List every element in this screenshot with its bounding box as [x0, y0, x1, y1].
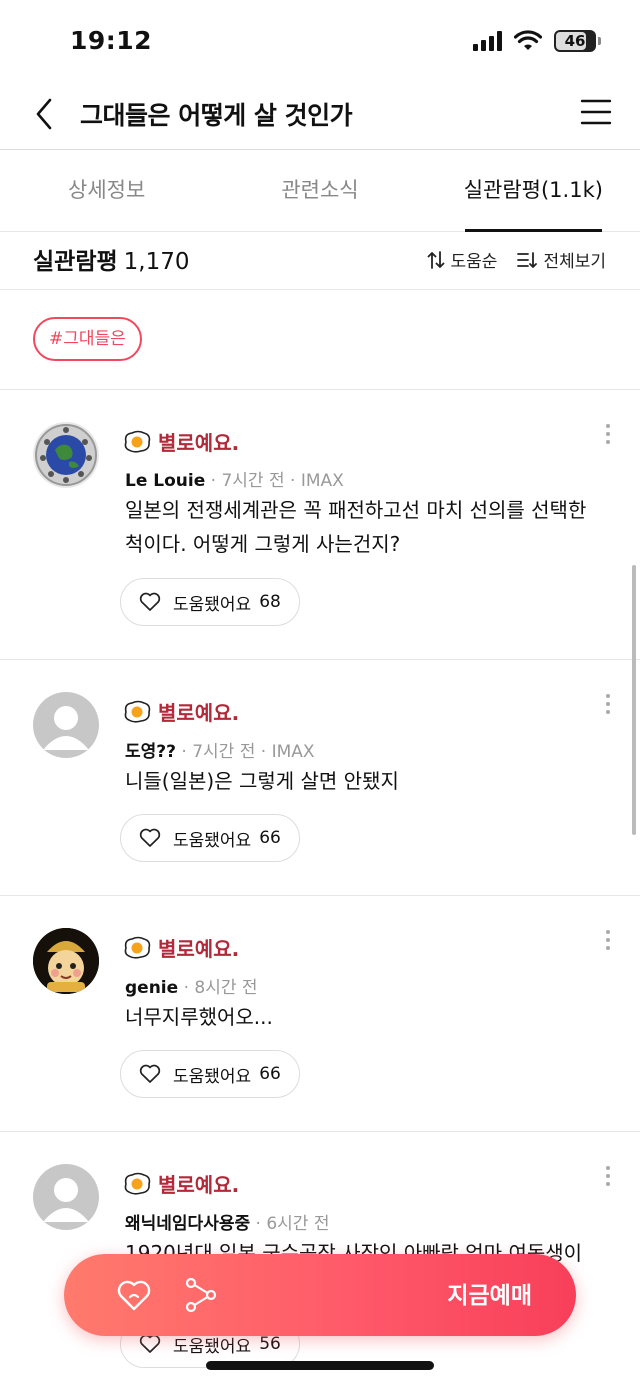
fried-egg-icon — [124, 936, 151, 959]
helpful-button[interactable]: 도움됐어요 68 — [120, 578, 300, 626]
avatar[interactable] — [33, 928, 99, 994]
review-time: · 7시간 전 · IMAX — [176, 742, 315, 762]
share-icon[interactable] — [184, 1276, 218, 1314]
heart-outline-icon — [139, 1064, 161, 1083]
hashtag-chip[interactable]: #그대들은 — [33, 317, 142, 361]
sort-helpful-button[interactable]: 도움순 — [427, 247, 498, 272]
review-username[interactable]: Le Louie — [125, 471, 205, 491]
sort-helpful-label: 도움순 — [450, 252, 498, 272]
rating-label: 별로예요. — [158, 701, 240, 725]
sort-arrows-icon — [427, 250, 444, 269]
helpful-count: 56 — [259, 1334, 281, 1354]
default-profile-icon — [43, 1178, 89, 1222]
more-options-icon[interactable] — [606, 694, 612, 714]
review-time: · 8시간 전 — [178, 978, 258, 998]
status-bar: 19:12 46 — [0, 0, 640, 86]
rating-label: 별로예요. — [158, 431, 240, 455]
tab-reviews[interactable]: 실관람평(1.1k) — [427, 150, 640, 232]
book-now-button[interactable]: 지금예매 — [447, 1276, 532, 1310]
default-profile-icon — [43, 706, 89, 750]
review-item: 별로예요. 도영?? · 7시간 전 · IMAX 니들(일본)은 그렇게 살면… — [0, 660, 640, 896]
helpful-button[interactable]: 도움됐어요 66 — [120, 814, 300, 862]
helpful-button[interactable]: 도움됐어요 66 — [120, 1050, 300, 1098]
heart-outline-icon — [139, 828, 161, 847]
more-options-icon[interactable] — [606, 1166, 612, 1186]
genie-avatar-icon — [33, 928, 99, 994]
review-section-title: 실관람평 1,170 — [33, 242, 190, 276]
review-meta: Le Louie · 7시간 전 · IMAX — [125, 466, 344, 491]
review-rating: 별로예요. — [122, 933, 239, 962]
avatar[interactable] — [33, 422, 99, 488]
helpful-count: 68 — [259, 592, 281, 612]
review-item: 별로예요. genie · 8시간 전 너무지루했어오... 도움됐어요 66 — [0, 896, 640, 1132]
review-time: · 6시간 전 — [250, 1214, 330, 1234]
more-options-icon[interactable] — [606, 424, 612, 444]
status-time: 19:12 — [70, 26, 153, 55]
scrollbar-thumb[interactable] — [632, 565, 636, 835]
review-rating: 별로예요. — [122, 427, 239, 456]
helpful-count: 66 — [259, 828, 281, 848]
list-filter-icon — [517, 251, 538, 268]
review-item: 별로예요. Le Louie · 7시간 전 · IMAX 일본의 전쟁세계관은… — [0, 390, 640, 660]
battery-icon: 46 — [554, 30, 601, 52]
review-meta: 왜닉네임다사용중 · 6시간 전 — [125, 1209, 329, 1234]
helpful-label: 도움됐어요 — [173, 594, 252, 615]
helpful-label: 도움됐어요 — [173, 1066, 252, 1087]
top-nav: 그대들은 어떻게 살 것인가 — [0, 86, 640, 150]
review-text: 일본의 전쟁세계관은 꼭 패전하고선 마치 선의를 선택한 척이다. 어떻게 그… — [125, 498, 587, 556]
fried-egg-icon — [124, 700, 151, 723]
tab-details[interactable]: 상세정보 — [0, 150, 213, 231]
review-username[interactable]: 도영?? — [125, 742, 176, 762]
review-rating: 별로예요. — [122, 1169, 239, 1198]
helpful-label: 도움됐어요 — [173, 830, 252, 851]
review-username[interactable]: 왜닉네임다사용중 — [125, 1214, 250, 1234]
home-indicator — [206, 1361, 434, 1370]
rating-label: 별로예요. — [158, 1173, 240, 1197]
review-text: 너무지루했어오... — [125, 1005, 273, 1029]
helpful-count: 66 — [259, 1064, 281, 1084]
status-icons: 46 — [473, 30, 601, 52]
cellular-signal-icon — [473, 31, 502, 51]
back-arrow-icon[interactable] — [30, 94, 60, 134]
like-heart-icon[interactable] — [114, 1275, 154, 1315]
page-title: 그대들은 어떻게 살 것인가 — [80, 101, 353, 130]
review-meta: 도영?? · 7시간 전 · IMAX — [125, 737, 315, 762]
review-username[interactable]: genie — [125, 978, 178, 998]
avatar[interactable] — [33, 1164, 99, 1230]
review-header: 실관람평 1,170 도움순 전체보기 — [0, 232, 640, 290]
review-total-count: 1,170 — [123, 249, 190, 275]
tag-row: #그대들은 — [0, 290, 640, 390]
review-text: 니들(일본)은 그렇게 살면 안됐지 — [125, 769, 399, 793]
review-time: · 7시간 전 · IMAX — [205, 471, 344, 491]
view-all-label: 전체보기 — [543, 252, 606, 272]
heart-outline-icon — [139, 592, 161, 611]
more-options-icon[interactable] — [606, 930, 612, 950]
wifi-icon — [514, 30, 542, 50]
fried-egg-icon — [124, 1172, 151, 1195]
rating-label: 별로예요. — [158, 937, 240, 961]
fried-egg-icon — [124, 430, 151, 453]
tab-bar: 상세정보 관련소식 실관람평(1.1k) — [0, 150, 640, 232]
hamburger-menu-icon[interactable] — [580, 98, 612, 126]
review-meta: genie · 8시간 전 — [125, 973, 258, 998]
heart-outline-icon — [139, 1334, 161, 1353]
globe-avatar-icon — [33, 422, 99, 488]
review-section-label: 실관람평 — [33, 249, 118, 275]
avatar[interactable] — [33, 692, 99, 758]
tab-news[interactable]: 관련소식 — [213, 150, 426, 231]
battery-percent: 46 — [564, 32, 586, 50]
review-rating: 별로예요. — [122, 697, 239, 726]
floating-action-bar: 지금예매 — [64, 1254, 576, 1336]
sort-controls: 도움순 전체보기 — [427, 247, 606, 272]
view-all-button[interactable]: 전체보기 — [517, 247, 606, 272]
